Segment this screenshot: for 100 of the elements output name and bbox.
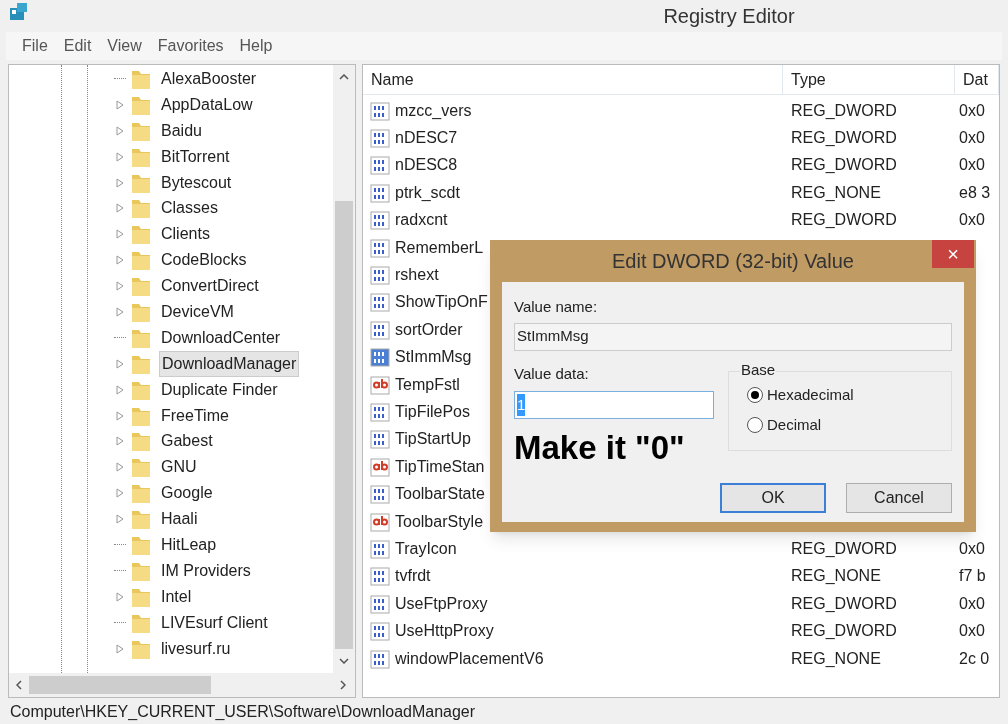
expand-arrow-icon[interactable] [116,255,124,266]
menu-item[interactable]: File [16,34,54,58]
scroll-down-icon[interactable] [339,658,349,664]
menu-item[interactable]: Favorites [151,34,230,58]
tree-item[interactable]: Haali [159,507,200,532]
radio-label: Decimal [767,415,822,435]
value-name[interactable]: nDESC7 [395,126,458,151]
value-name[interactable]: tvfrdt [395,564,431,589]
value-name[interactable]: ToolbarStyle [395,509,484,534]
tree-item[interactable]: BitTorrent [159,144,232,169]
scroll-right-icon[interactable] [340,680,346,690]
expand-arrow-icon[interactable] [116,99,124,110]
value-name[interactable]: windowPlacementV6 [395,646,544,671]
app-icon [8,2,30,22]
scrollbar-thumb[interactable] [29,676,211,694]
tree-item[interactable]: FreeTime [159,403,231,428]
expand-arrow-icon[interactable] [116,643,124,654]
menu-item[interactable]: Help [233,34,279,58]
scroll-up-icon[interactable] [339,74,349,80]
table-cell: 2c 0 [959,649,990,667]
table-cell: 0x0 [959,622,985,640]
value-name[interactable]: rshext [395,263,439,288]
value-name[interactable]: TrayIcon [395,536,457,561]
status-text: Computer\HKEY_CURRENT_USER\Software\DownloadManager [9,702,477,722]
dialog-title: Edit DWORD (32-bit) Value [612,249,854,274]
value-name[interactable]: TempFstl [395,372,460,397]
value-name[interactable]: TipStartUp [395,427,471,452]
value-name[interactable]: ShowTipOnF [395,290,488,315]
table-cell: REG_NONE [791,183,881,201]
value-name[interactable]: ToolbarState [395,482,485,507]
tree-item[interactable]: CodeBlocks [159,248,249,273]
expand-arrow-icon[interactable] [116,462,124,473]
scroll-left-icon[interactable] [16,680,22,690]
value-name[interactable]: RememberL [395,235,484,260]
tree-item[interactable]: DownloadManager [159,350,300,377]
table-cell: REG_DWORD [791,622,897,640]
tree-item[interactable]: Baidu [159,118,204,143]
expand-arrow-icon[interactable] [116,410,124,421]
expand-arrow-icon[interactable] [116,281,124,292]
tree-item[interactable]: HitLeap [159,532,219,557]
tree-item[interactable]: LIVEsurf Client [159,610,270,635]
tree-item[interactable]: Clients [159,222,212,247]
tree-item[interactable]: Classes [159,196,220,221]
field-label: Value name: [514,297,599,317]
expand-arrow-icon[interactable] [116,358,124,369]
column-header[interactable]: Name [363,65,783,94]
tree-item[interactable]: Gabest [159,429,215,454]
table-cell: REG_NONE [791,567,881,585]
expand-arrow-icon[interactable] [116,488,124,499]
value-name[interactable]: TipTimeStan [395,454,485,479]
table-cell: REG_DWORD [791,129,897,147]
expand-arrow-icon[interactable] [116,151,124,162]
expand-arrow-icon[interactable] [116,125,124,136]
expand-arrow-icon[interactable] [116,384,124,395]
table-cell: f7 b [959,567,986,585]
column-header[interactable]: Type [783,65,955,94]
table-cell: REG_DWORD [791,594,897,612]
scrollbar-thumb[interactable] [335,201,353,649]
column-header[interactable]: Dat [955,65,999,94]
ok-button[interactable]: OK [720,482,826,513]
radio-label: Hexadecimal [767,384,854,405]
tree-item[interactable]: AppDataLow [159,92,255,117]
value-name[interactable]: radxcnt [395,208,448,233]
tree-item[interactable]: GNU [159,455,199,480]
tree-item[interactable]: ConvertDirect [159,274,261,299]
expand-arrow-icon[interactable] [116,203,124,214]
expand-arrow-icon[interactable] [116,514,124,525]
value-name[interactable]: UseHttpProxy [395,619,494,644]
radio-button[interactable] [747,417,763,434]
tree-item[interactable]: Duplicate Finder [159,377,280,402]
expand-arrow-icon[interactable] [116,306,124,317]
tree-item[interactable]: AlexaBooster [159,66,259,91]
radio-button[interactable] [747,386,763,403]
value-name[interactable]: UseFtpProxy [395,591,488,616]
value-name[interactable]: mzcc_vers [395,98,472,123]
field-label: Value data: [514,363,590,384]
tree-item[interactable]: DownloadCenter [159,325,283,350]
tree-item[interactable]: Bytescout [159,170,234,195]
cancel-button[interactable]: Cancel [846,482,952,513]
expand-arrow-icon[interactable] [116,591,124,602]
value-name[interactable]: ptrk_scdt [395,180,460,205]
expand-arrow-icon[interactable] [116,229,124,240]
table-cell: REG_DWORD [791,211,897,229]
tree-item[interactable]: Intel [159,584,194,609]
value-name-field[interactable]: StImmMsg [514,322,952,351]
table-cell: 0x0 [959,129,985,147]
expand-arrow-icon[interactable] [116,436,124,447]
tree-item[interactable]: livesurf.ru [159,636,233,661]
menu-item[interactable]: View [101,34,148,58]
tree-item[interactable]: Google [159,481,215,506]
value-name[interactable]: TipFilePos [395,400,470,424]
close-button[interactable]: × [932,240,974,268]
table-cell: 0x0 [959,211,985,229]
value-name[interactable]: nDESC8 [395,153,458,178]
menu-item[interactable]: Edit [57,34,98,58]
value-name[interactable]: StImmMsg [395,345,472,370]
value-name[interactable]: sortOrder [395,317,463,342]
expand-arrow-icon[interactable] [116,177,124,188]
tree-item[interactable]: DeviceVM [159,299,236,324]
tree-item[interactable]: IM Providers [159,558,253,583]
